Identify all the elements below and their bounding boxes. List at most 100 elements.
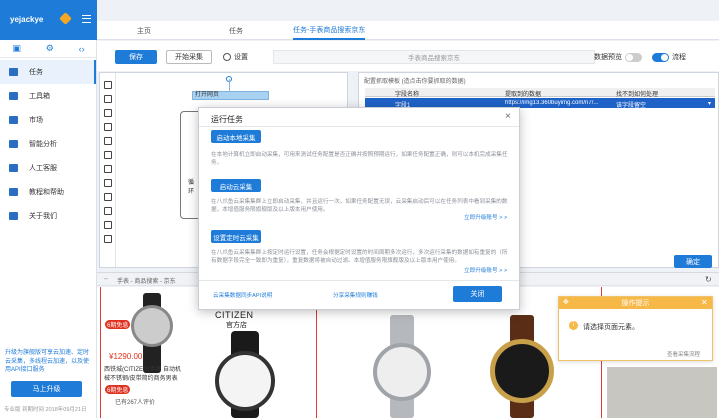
run-task-dialog: 运行任务 × 启动本地采集 在本地计算机立即启动采集，可用来测试任务配置是否正确… — [198, 107, 520, 310]
upgrade-account-link[interactable]: 立即升级账号 > > — [464, 266, 507, 274]
review-count[interactable]: 已有267人评价 — [115, 397, 155, 406]
sidebar-item-label: 智能分析 — [29, 141, 57, 148]
sidebar-item-toolbox[interactable]: 工具箱 — [0, 84, 96, 108]
tab-bar: 主页 任务 任务-手表商品搜索京东 — [97, 21, 719, 40]
table-cell[interactable]: 该字段留空 — [616, 100, 646, 109]
settings-label: 设置 — [234, 54, 248, 61]
flow-tools — [100, 73, 116, 267]
gear-icon[interactable]: ⚙ — [46, 43, 54, 54]
upgrade-promo-text: 升级为旗舰版可享云加速、定时云采集，多线程云加速，以及使用API接口服务 — [5, 350, 90, 373]
data-table-header: 字段名称 提取到的数据 找不到如何处理 — [365, 88, 715, 98]
sidebar-item-about[interactable]: 关于我们 — [0, 204, 96, 228]
flow-switch[interactable] — [652, 52, 669, 62]
mouse-icon[interactable] — [104, 207, 112, 215]
sidebar: yejackye ▣ ⚙ ‹› 任务 工具箱 市场 智能分析 人工客服 教程和帮… — [0, 0, 97, 418]
task-url-field[interactable]: 手表商品搜索京东 — [273, 50, 595, 64]
info-icon: i — [569, 321, 578, 330]
schedule-collect-description: 在八爪鱼云采集集群上按定时运行设置，任务会根据定时设置的时间周期多次运行，多次运… — [211, 250, 508, 264]
sidebar-item-label: 教程和帮助 — [29, 189, 64, 196]
code-icon[interactable]: ‹› — [79, 44, 85, 54]
watch-image[interactable] — [131, 305, 173, 347]
menu-toggle-icon[interactable] — [82, 15, 91, 23]
loop-icon[interactable] — [104, 165, 112, 173]
input-icon[interactable] — [104, 137, 112, 145]
book-icon — [9, 188, 18, 196]
browser-url[interactable]: 手表 - 商品搜索 - 京东 — [117, 276, 176, 285]
people-icon — [9, 212, 18, 220]
stop-icon[interactable] — [104, 235, 112, 243]
clipboard-icon[interactable]: ▣ — [12, 43, 21, 54]
upgrade-button[interactable]: 马上升级 — [11, 381, 82, 397]
start-collect-button[interactable]: 开始采集 — [166, 50, 212, 64]
support-icon — [9, 164, 18, 172]
tip-title: 操作提示 — [621, 300, 650, 307]
local-collect-description: 在本地计算机立即启动采集，可用来测试任务配置是否正确并按照预期运行，如果任务配置… — [211, 152, 508, 166]
list-icon[interactable] — [104, 151, 112, 159]
flow-node-open-page[interactable]: 打开网页 — [192, 91, 269, 100]
tip-link[interactable]: 查看采集流程 — [667, 350, 700, 358]
watch-image[interactable] — [490, 339, 554, 403]
sidebar-item-help[interactable]: 教程和帮助 — [0, 180, 96, 204]
username[interactable]: yejackye — [10, 15, 43, 24]
data-caption: 配置抓取模板 (造点击你要抓取的数据) — [364, 79, 466, 85]
market-icon — [9, 116, 18, 124]
share-rules-link[interactable]: 分享采集规则赚钱 — [333, 291, 378, 299]
watch-image[interactable] — [373, 343, 431, 401]
promo-badge: 6期免息 — [105, 385, 131, 394]
product-title[interactable]: 西铁城(CITIZEN)手表 自动机械不锈钢/皮带简约商务男表 — [104, 366, 184, 383]
data-preview-toggle[interactable]: 数据预览 流程 — [594, 52, 686, 62]
sidebar-item-analysis[interactable]: 智能分析 — [0, 132, 96, 156]
cloud-collect-description: 在八爪鱼云采集集群上立即启动采集，并且运行一次。如果任务配置无误，云采集启动后可… — [211, 199, 508, 213]
refresh-icon[interactable]: ↻ — [705, 275, 712, 284]
save-button[interactable]: 保存 — [115, 50, 157, 64]
start-cloud-collect-button[interactable]: 启动云采集 — [211, 179, 261, 192]
start-local-collect-button[interactable]: 启动本地采集 — [211, 130, 261, 143]
flow-loop-label: 循环 — [188, 180, 195, 195]
close-button[interactable]: 关闭 — [453, 286, 502, 302]
chart-icon — [9, 140, 18, 148]
schedule-cloud-collect-button[interactable]: 设置定时云采集 — [211, 230, 261, 243]
upgrade-account-link[interactable]: 立即升级账号 > > — [464, 213, 507, 221]
sidebar-item-label: 市场 — [29, 117, 43, 124]
tab-home[interactable]: 主页 — [137, 21, 151, 40]
brand-logo: CITIZEN — [215, 310, 254, 320]
sidebar-item-market[interactable]: 市场 — [0, 108, 96, 132]
sidebar-item-task[interactable]: 任务 — [0, 60, 96, 84]
cursor-icon[interactable] — [104, 81, 112, 89]
task-icon — [9, 68, 18, 76]
tab-current-task[interactable]: 任务-手表商品搜索京东 — [293, 21, 366, 40]
product-price: ¥1290.00 — [109, 352, 143, 361]
settings-button[interactable]: 设置 — [223, 52, 248, 62]
back-icon[interactable]: ← — [103, 275, 110, 282]
column-header: 提取到的数据 — [505, 92, 542, 98]
chevron-down-icon[interactable]: ▾ — [708, 100, 711, 107]
operation-tip: 操作提示 ✥ ✕ i 请选择页面元素。 查看采集流程 — [558, 296, 713, 361]
toolbox-icon — [9, 92, 18, 100]
brand-store-label: 官方店 — [226, 322, 247, 329]
move-icon[interactable]: ✥ — [563, 298, 569, 306]
sidebar-item-label: 关于我们 — [29, 213, 57, 220]
tab-tasks[interactable]: 任务 — [229, 21, 243, 40]
branch-icon[interactable] — [104, 179, 112, 187]
expiry-text: 专业版 到期时间 2018年09月21日 — [4, 407, 87, 413]
ajax-icon[interactable] — [104, 193, 112, 201]
gear-icon — [223, 53, 231, 61]
column-header: 找不到如何处理 — [616, 92, 659, 98]
sidebar-header: yejackye — [0, 0, 97, 40]
dropdown-icon[interactable] — [104, 221, 112, 229]
tip-header: 操作提示 — [559, 297, 712, 309]
divider — [199, 126, 519, 127]
confirm-button[interactable]: 确定 — [674, 255, 712, 268]
watch-image[interactable] — [215, 351, 275, 411]
api-docs-link[interactable]: 云采集数据同步API说明 — [213, 291, 272, 299]
click-icon[interactable] — [104, 109, 112, 117]
globe-icon[interactable] — [104, 95, 112, 103]
sidebar-tools: ▣ ⚙ ‹› — [0, 40, 97, 58]
edit-icon[interactable] — [104, 123, 112, 131]
data-preview-switch[interactable] — [625, 52, 642, 62]
divider — [199, 280, 519, 281]
close-icon[interactable]: × — [505, 111, 511, 122]
sidebar-item-support[interactable]: 人工客服 — [0, 156, 96, 180]
close-icon[interactable]: ✕ — [701, 298, 708, 307]
table-cell[interactable]: https://img13.360buyimg.com/n7/... — [505, 100, 610, 106]
